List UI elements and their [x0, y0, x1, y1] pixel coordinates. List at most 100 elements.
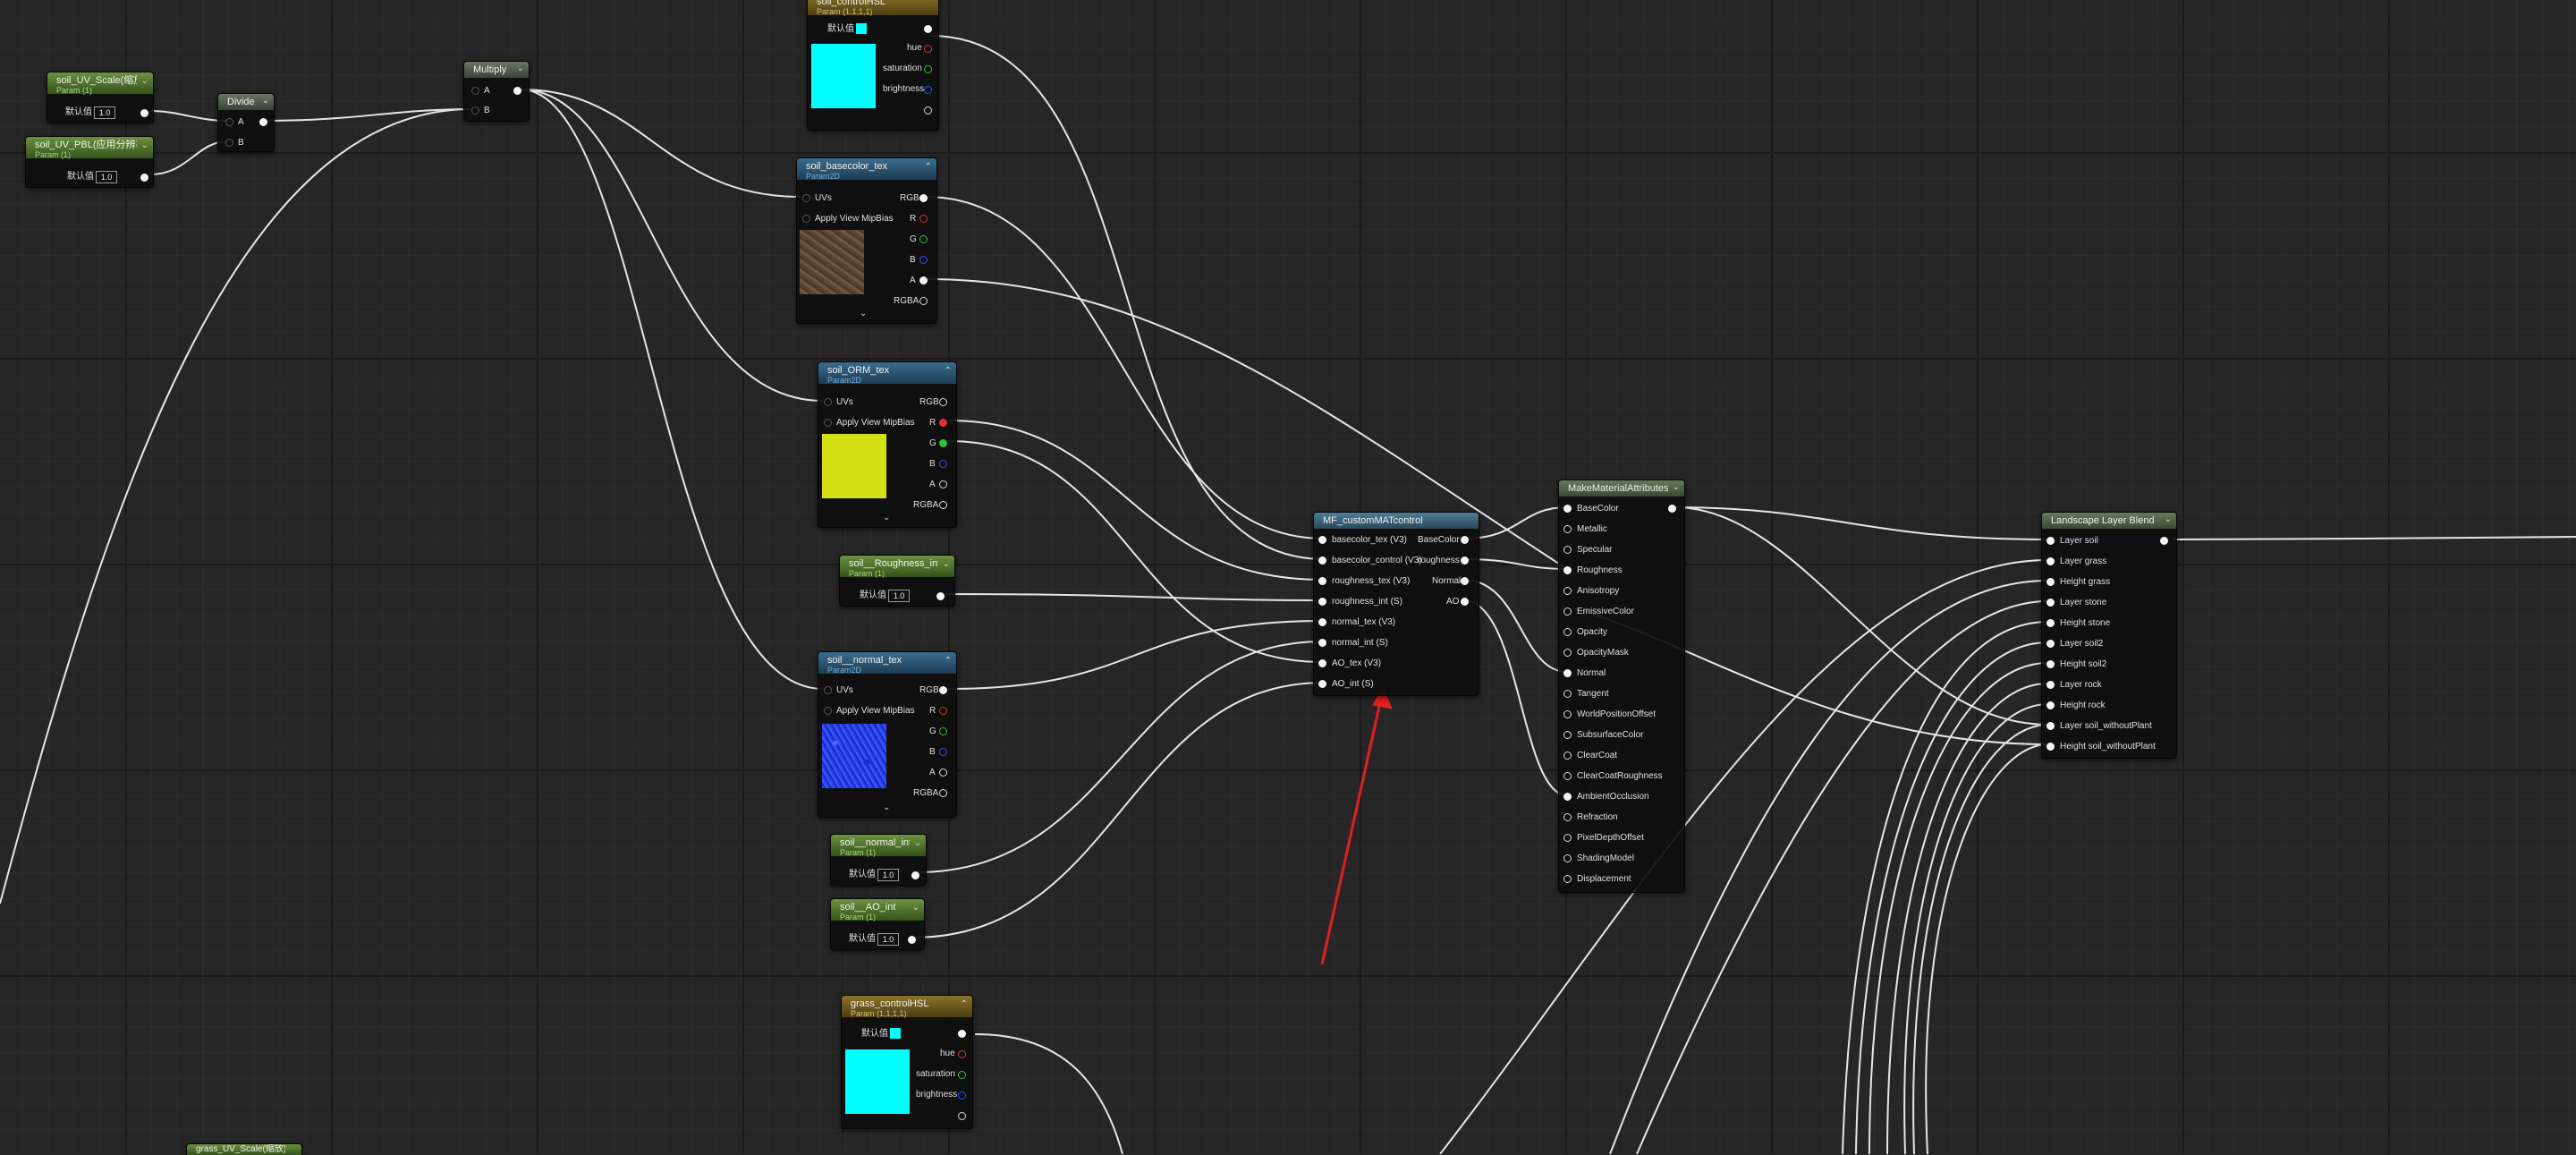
output-pin[interactable] [140, 109, 148, 117]
input-pin-b[interactable] [225, 139, 233, 147]
input-pin-uvs[interactable] [824, 686, 832, 694]
output-pin-rgba[interactable] [919, 297, 928, 305]
chevron-down-icon[interactable]: ⌄ [517, 64, 524, 73]
output-pin-g[interactable] [939, 439, 947, 447]
input-pin-b[interactable] [471, 106, 479, 115]
chevron-down-icon[interactable]: ⌄ [141, 140, 148, 150]
soil-orm-tex-node[interactable]: soil_ORM_tex Param2D ⌃ UVs Apply View Mi… [818, 361, 957, 528]
node-header[interactable]: soil_UV_PBL(应用分辨率) Param (1) ⌄ [26, 137, 153, 159]
input-pin-uvs[interactable] [802, 194, 810, 202]
landscape-layer-blend-node[interactable]: Landscape Layer Blend ⌄ Layer soil Layer … [2041, 512, 2177, 759]
input-pin-subsurfacecolor[interactable] [1563, 731, 1572, 739]
chevron-down-icon[interactable]: ⌄ [2165, 514, 2172, 524]
output-pin[interactable] [911, 871, 919, 879]
input-pin-normal[interactable] [1563, 669, 1572, 677]
input-pin-refraction[interactable] [1563, 813, 1572, 821]
output-pin-normal[interactable] [1461, 577, 1469, 585]
node-header[interactable]: soil_ORM_tex Param2D ⌃ [818, 362, 956, 385]
input-pin-layer-soil[interactable] [2046, 537, 2055, 545]
output-pin-g[interactable] [939, 727, 947, 735]
output-pin-b[interactable] [919, 256, 928, 264]
input-pin-height-grass[interactable] [2046, 578, 2055, 586]
mf-custom-mat-control-node[interactable]: MF_customMATcontrol basecolor_tex (V3) b… [1313, 512, 1479, 696]
input-pin-mipbias[interactable] [824, 707, 832, 715]
input-pin-shadingmodel[interactable] [1563, 854, 1572, 862]
chevron-down-icon[interactable]: ⌄ [912, 903, 919, 913]
input-pin-emissivecolor[interactable] [1563, 607, 1572, 616]
input-pin-height-rock[interactable] [2046, 701, 2055, 709]
soil-ao-int-node[interactable]: soil__AO_int Param (1) ⌄ 默认值 1.0 [830, 898, 925, 950]
input-pin-height-soil_withoutplant[interactable] [2046, 743, 2055, 751]
input-pin-height-stone[interactable] [2046, 619, 2055, 627]
soil-basecolor-tex-node[interactable]: soil_basecolor_tex Param2D ⌃ UVs Apply V… [796, 157, 937, 324]
node-header[interactable]: MakeMaterialAttributes ⌄ [1559, 480, 1684, 497]
expand-icon[interactable]: ⌄ [860, 309, 867, 318]
input-pin-roughness-tex[interactable] [1318, 577, 1326, 585]
output-pin-a[interactable] [939, 769, 947, 777]
node-header[interactable]: Landscape Layer Blend ⌄ [2042, 513, 2176, 529]
node-header[interactable]: soil__normal_int Param (1) ⌄ [831, 835, 926, 857]
output-pin-r[interactable] [939, 419, 947, 427]
output-pin-brightness[interactable] [958, 1091, 966, 1100]
node-header[interactable]: soil__AO_int Param (1) ⌄ [831, 899, 924, 921]
input-pin-uvs[interactable] [824, 398, 832, 406]
output-pin[interactable] [513, 87, 521, 95]
input-pin-mipbias[interactable] [824, 419, 832, 427]
output-pin-roughness[interactable] [1461, 556, 1469, 565]
soil-uv-scale-node[interactable]: soil_UV_Scale(缩放) Param (1) ⌄ 默认值 1.0 [47, 72, 154, 123]
node-header[interactable]: soil_basecolor_tex Param2D ⌃ [797, 158, 936, 181]
output-pin-rgba[interactable] [958, 1030, 966, 1038]
output-pin-alpha[interactable] [958, 1112, 966, 1120]
input-pin-displacement[interactable] [1563, 875, 1572, 883]
make-material-attributes-node[interactable]: MakeMaterialAttributes ⌄ BaseColor Metall… [1558, 480, 1685, 893]
output-pin[interactable] [140, 174, 148, 182]
input-pin-a[interactable] [471, 87, 479, 95]
node-header[interactable]: grass_controlHSL Param (1,1,1,1) ⌃ [842, 996, 972, 1018]
soil-normal-tex-node[interactable]: soil__normal_tex Param2D ⌃ UVs Apply Vie… [818, 651, 957, 818]
output-pin-rgba[interactable] [939, 501, 947, 509]
input-pin-ao-int[interactable] [1318, 680, 1326, 688]
input-pin-ambientocclusion[interactable] [1563, 793, 1572, 801]
input-pin-normal-tex[interactable] [1318, 618, 1326, 626]
soil-uv-pbl-node[interactable]: soil_UV_PBL(应用分辨率) Param (1) ⌄ 默认值 1.0 [25, 136, 154, 188]
expand-icon[interactable]: ⌄ [883, 803, 890, 812]
chevron-down-icon[interactable]: ⌄ [914, 838, 921, 848]
node-header[interactable]: Multiply ⌄ [464, 62, 529, 78]
output-pin-r[interactable] [919, 215, 928, 223]
output-pin-rgb[interactable] [919, 194, 928, 202]
output-pin-b[interactable] [939, 748, 947, 756]
grass-uv-scale-node[interactable]: grass_UV_Scale(缩放) [186, 1143, 302, 1155]
output-pin[interactable] [936, 592, 945, 600]
input-pin-layer-soil_withoutplant[interactable] [2046, 722, 2055, 730]
output-pin-r[interactable] [939, 707, 947, 715]
node-header[interactable]: MF_customMATcontrol [1314, 513, 1479, 529]
output-pin-rgb[interactable] [939, 398, 947, 406]
input-pin-basecolor[interactable] [1563, 505, 1572, 513]
input-pin-layer-stone[interactable] [2046, 599, 2055, 607]
chevron-down-icon[interactable]: ⌄ [1673, 482, 1680, 492]
value-field[interactable]: 1.0 [877, 869, 899, 881]
output-pin-ao[interactable] [1461, 598, 1469, 606]
output-pin-alpha[interactable] [924, 106, 932, 115]
chevron-up-icon[interactable]: ⌃ [927, 0, 934, 7]
output-pin[interactable] [908, 936, 916, 944]
output-pin-hue[interactable] [924, 45, 932, 53]
input-pin-pixeldepthoffset[interactable] [1563, 834, 1572, 842]
output-pin-a[interactable] [939, 480, 947, 488]
input-pin-metallic[interactable] [1563, 525, 1572, 533]
output-pin-rgba[interactable] [924, 25, 932, 33]
color-chip[interactable] [890, 1028, 901, 1039]
input-pin-opacity[interactable] [1563, 628, 1572, 636]
output-pin-basecolor[interactable] [1461, 536, 1469, 544]
chevron-down-icon[interactable]: ⌄ [943, 559, 950, 569]
input-pin-layer-grass[interactable] [2046, 557, 2055, 565]
input-pin-basecolor-tex[interactable] [1318, 536, 1326, 544]
input-pin-basecolor-control[interactable] [1318, 556, 1326, 565]
chevron-up-icon[interactable]: ⌃ [945, 366, 952, 376]
node-header[interactable]: soil_UV_Scale(缩放) Param (1) ⌄ [47, 72, 153, 95]
multiply-node[interactable]: Multiply ⌄ A B [463, 61, 530, 122]
node-header[interactable]: soil__normal_tex Param2D ⌃ [818, 652, 956, 675]
soil-normal-int-node[interactable]: soil__normal_int Param (1) ⌄ 默认值 1.0 [830, 834, 927, 886]
value-field[interactable]: 1.0 [96, 171, 117, 183]
input-pin-opacitymask[interactable] [1563, 649, 1572, 657]
